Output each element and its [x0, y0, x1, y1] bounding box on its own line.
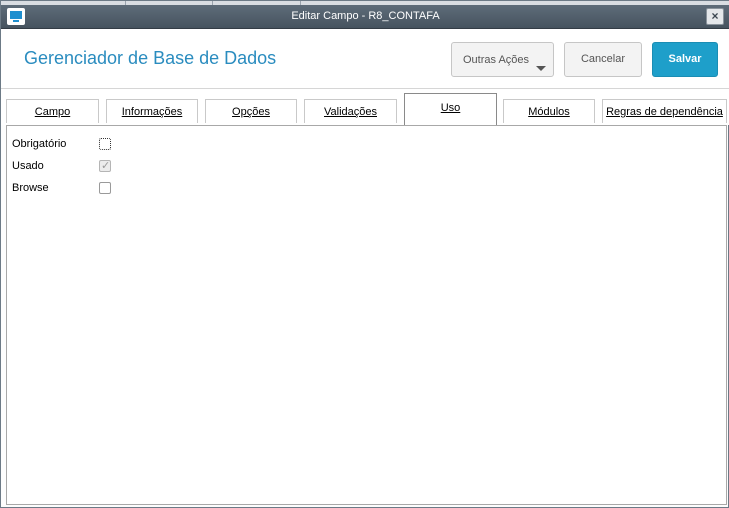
more-actions-label: Outras Ações [463, 54, 530, 66]
usado-label: Usado [12, 160, 44, 172]
usado-checkbox [99, 159, 111, 172]
chevron-down-icon [536, 66, 546, 71]
tab-campo[interactable]: Campo [6, 99, 99, 123]
tab-modulos[interactable]: Módulos [503, 99, 595, 123]
header: Gerenciador de Base de Dados Outras Açõe… [1, 29, 729, 89]
tab-regras-de-dependencia[interactable]: Regras de dependência [602, 99, 727, 123]
tab-validacoes[interactable]: Validações [304, 99, 397, 123]
uso-panel: Obrigatório Usado Browse [6, 125, 727, 505]
page-title: Gerenciador de Base de Dados [24, 48, 277, 68]
obrigatorio-label: Obrigatório [12, 138, 67, 150]
tab-opcoes[interactable]: Opções [205, 99, 297, 123]
browse-checkbox[interactable] [99, 182, 111, 194]
browse-label: Browse [12, 182, 49, 194]
more-actions-button[interactable]: Outras Ações [451, 42, 554, 77]
save-button[interactable]: Salvar [652, 42, 718, 77]
cancel-button[interactable]: Cancelar [564, 42, 642, 77]
title-bar[interactable]: Editar Campo - R8_CONTAFA × [1, 5, 729, 29]
close-icon[interactable]: × [706, 8, 724, 25]
tab-uso[interactable]: Uso [404, 93, 497, 125]
window-title: Editar Campo - R8_CONTAFA [291, 10, 440, 22]
tab-bar: Campo Informações Opções Validações Uso … [1, 89, 729, 125]
obrigatorio-checkbox[interactable] [99, 138, 111, 150]
edit-field-dialog: Editar Campo - R8_CONTAFA × Gerenciador … [0, 0, 729, 508]
tab-informacoes[interactable]: Informações [106, 99, 198, 123]
